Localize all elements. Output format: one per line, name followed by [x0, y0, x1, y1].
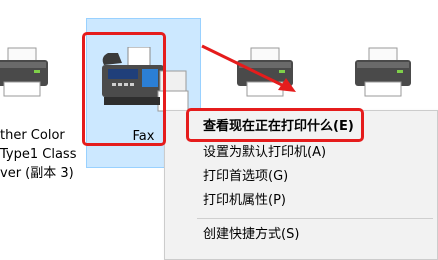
menu-item-set-default-printer[interactable]: 设置为默认打印机(A) — [165, 141, 437, 165]
device-printer-color-type1[interactable]: ther Color Type1 Class ver (副本 3) — [0, 18, 80, 181]
menu-item-create-shortcut[interactable]: 创建快捷方式(S) — [165, 223, 437, 247]
device-label: ther Color Type1 Class ver (副本 3) — [0, 128, 77, 181]
annotation-arrow-icon — [201, 44, 296, 92]
menu-highlight-box — [186, 108, 364, 142]
menu-separator — [197, 218, 433, 219]
folder-view-top — [0, 0, 438, 18]
fax-highlight-box — [82, 32, 166, 146]
menu-item-printer-properties[interactable]: 打印机属性(P) — [165, 189, 437, 213]
menu-item-printing-preferences[interactable]: 打印首选项(G) — [165, 165, 437, 189]
printer-icon — [354, 47, 411, 97]
printer-icon — [0, 47, 48, 97]
